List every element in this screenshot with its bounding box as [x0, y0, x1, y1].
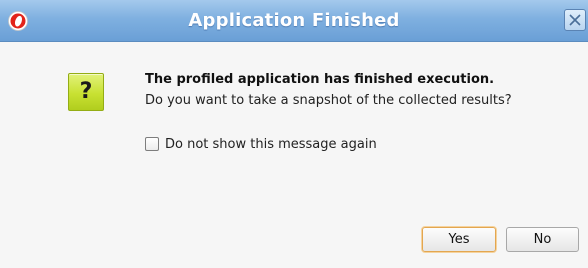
do-not-show-again-checkbox[interactable] — [145, 137, 159, 151]
close-icon — [569, 14, 581, 26]
message-title: The profiled application has finished ex… — [145, 72, 495, 87]
do-not-show-again-option[interactable]: Do not show this message again — [145, 135, 377, 153]
question-icon: ? — [68, 73, 104, 111]
dialog-window: Application Finished ? The profiled appl… — [0, 0, 588, 268]
do-not-show-again-label[interactable]: Do not show this message again — [165, 137, 377, 152]
message-body: Do you want to take a snapshot of the co… — [145, 93, 512, 108]
window-title: Application Finished — [188, 10, 400, 31]
title-bar[interactable]: Application Finished — [0, 0, 588, 42]
no-button[interactable]: No — [506, 227, 579, 252]
yes-button[interactable]: Yes — [422, 227, 496, 252]
close-button[interactable] — [564, 9, 586, 31]
